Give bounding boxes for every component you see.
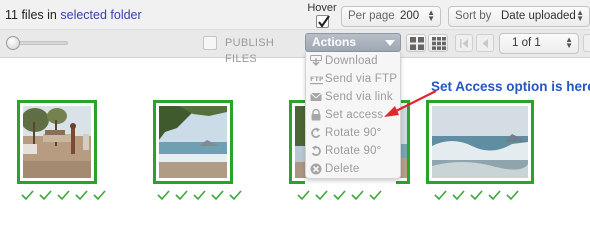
select-arrows-icon: ▲ ▼ — [576, 8, 584, 23]
per-page-value: 200 — [400, 10, 420, 22]
waves-photo-thumbnail — [432, 106, 528, 178]
page-value: 1 of 1 — [512, 37, 541, 49]
file-count-text: 11 files in — [5, 8, 57, 22]
menu-item-download[interactable]: Download — [306, 52, 402, 70]
menu-item-label: Send via FTP — [325, 73, 398, 85]
page-select[interactable]: 1 of 1 ▲ ▼ — [499, 33, 579, 54]
menu-item-label: Set access — [325, 109, 384, 121]
menu-item-rotate-left[interactable]: Rotate 90° — [306, 124, 402, 142]
file-count: 11 files in selected folder — [5, 8, 142, 22]
beach-photo-thumbnail — [23, 106, 91, 178]
coast-waves-photo-thumbnail — [159, 106, 227, 178]
annotation-callout: Set Access option is here — [431, 79, 590, 94]
check-icons — [21, 190, 106, 201]
check-icons — [434, 190, 519, 201]
thumbnail-card[interactable] — [17, 100, 97, 184]
menu-item-send-ftp[interactable]: FTP Send via FTP — [306, 70, 402, 88]
menu-item-label: Download — [325, 55, 378, 67]
grid-view-button[interactable] — [406, 34, 426, 52]
first-page-icon — [460, 39, 468, 48]
next-page-button[interactable] — [583, 34, 590, 52]
lock-icon — [310, 109, 322, 121]
svg-text:FTP: FTP — [310, 75, 323, 83]
prev-page-button[interactable] — [476, 34, 494, 52]
actions-label: Actions — [312, 35, 357, 49]
sort-select[interactable]: Sort by Date uploaded ▲ ▼ — [448, 6, 590, 27]
actions-button[interactable]: Actions — [305, 33, 401, 52]
annotation-arrow-icon — [384, 90, 437, 117]
select-arrows-icon: ▲ ▼ — [565, 35, 573, 50]
slider-knob[interactable] — [6, 36, 20, 50]
download-icon — [310, 55, 322, 67]
check-icons — [297, 190, 382, 201]
sort-label: Sort by — [455, 10, 492, 22]
sort-value: Date uploaded — [501, 10, 576, 22]
triangle-down-icon — [385, 40, 395, 46]
thumbnail-card[interactable] — [153, 100, 233, 184]
first-page-button[interactable] — [455, 34, 473, 52]
status-checks — [297, 189, 387, 201]
hover-label: Hover — [307, 2, 337, 14]
menu-item-label: Rotate 90° — [325, 145, 382, 157]
menu-item-label: Rotate 90° — [325, 127, 382, 139]
thumbnail-card[interactable] — [426, 100, 534, 184]
menu-item-rotate-right[interactable]: Rotate 90° — [306, 142, 402, 160]
publish-label: PUBLISH FILES — [225, 37, 275, 65]
prev-page-icon — [482, 39, 488, 48]
checkmark-icon — [317, 15, 330, 28]
publish-files-toggle[interactable]: PUBLISH FILES — [203, 35, 295, 65]
hover-checkbox[interactable] — [315, 15, 330, 28]
rotate-right-icon — [310, 145, 322, 157]
per-page-select[interactable]: Per page 200 ▲ ▼ — [341, 6, 441, 27]
small-grid-view-icon — [432, 37, 446, 50]
status-checks — [21, 189, 111, 201]
select-arrows-icon: ▲ ▼ — [427, 8, 435, 23]
thumbnail-size-slider[interactable] — [4, 36, 70, 50]
menu-item-label: Delete — [325, 163, 360, 175]
publish-checkbox[interactable] — [203, 36, 217, 50]
envelope-icon — [310, 91, 322, 103]
selected-folder-link[interactable]: selected folder — [60, 8, 141, 22]
thumbnail-card[interactable] — [289, 100, 308, 184]
ftp-icon: FTP — [310, 73, 323, 85]
grid-view-icon — [410, 37, 424, 50]
rotate-left-icon — [310, 127, 322, 139]
per-page-label: Per page — [348, 10, 395, 22]
hover-toggle[interactable]: Hover — [305, 2, 339, 31]
check-icons — [157, 190, 242, 201]
status-checks — [434, 189, 524, 201]
status-checks — [157, 189, 247, 201]
delete-icon — [310, 163, 322, 175]
menu-item-delete[interactable]: Delete — [306, 160, 402, 178]
small-grid-view-button[interactable] — [428, 34, 448, 52]
